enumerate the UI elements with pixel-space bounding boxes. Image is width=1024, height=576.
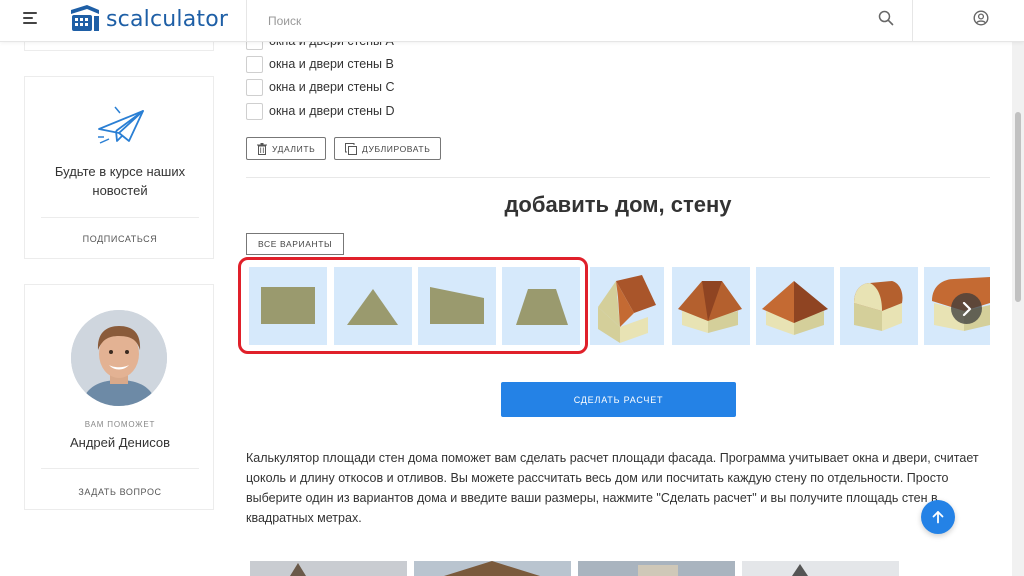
all-variants-button[interactable]: ВСЕ ВАРИАНТЫ bbox=[246, 233, 345, 255]
logo-text: scalculator bbox=[106, 6, 229, 32]
header-divider bbox=[246, 0, 247, 42]
avatar bbox=[71, 310, 167, 406]
helper-name: Андрей Денисов bbox=[69, 435, 171, 450]
card-divider bbox=[41, 217, 199, 218]
example-photo[interactable] bbox=[578, 561, 735, 576]
wall-checkbox[interactable] bbox=[246, 55, 263, 73]
scroll-to-top-button[interactable] bbox=[921, 500, 955, 534]
helper-label: ВАМ ПОМОЖЕТ bbox=[84, 420, 156, 429]
helper-card: ВАМ ПОМОЖЕТ Андрей Денисов ЗАДАТЬ ВОПРОС bbox=[24, 284, 214, 510]
example-photo[interactable] bbox=[742, 561, 899, 576]
hip-roof-house-icon bbox=[678, 281, 742, 333]
search-input[interactable] bbox=[268, 11, 568, 31]
newsletter-text: Будьте в курсе наших новостей bbox=[54, 164, 186, 198]
section-divider bbox=[246, 177, 990, 178]
user-icon[interactable] bbox=[973, 10, 989, 26]
wall-label: окна и двери стены B bbox=[269, 57, 394, 71]
example-photo[interactable] bbox=[250, 561, 407, 576]
logo-icon bbox=[71, 5, 99, 31]
header-divider bbox=[912, 0, 913, 42]
mansard-roof-house-icon bbox=[854, 281, 903, 331]
house-pyramid-tile[interactable] bbox=[756, 267, 834, 345]
wall-checkbox[interactable] bbox=[246, 78, 263, 96]
arrow-up-icon bbox=[932, 511, 944, 524]
example-photo[interactable] bbox=[414, 561, 571, 576]
top-header: scalculator bbox=[0, 0, 1024, 42]
delete-label: УДАЛИТЬ bbox=[272, 143, 316, 154]
paper-plane-icon bbox=[98, 106, 144, 144]
duplicate-label: ДУБЛИРОВАТЬ bbox=[362, 143, 431, 154]
wall-item-c[interactable]: окна и двери стены C bbox=[246, 78, 395, 96]
chevron-right-icon bbox=[962, 301, 971, 316]
house-hip-tile[interactable] bbox=[672, 267, 750, 345]
calculate-button[interactable]: СДЕЛАТЬ РАСЧЕТ bbox=[501, 382, 736, 417]
page-scrollbar[interactable] bbox=[1012, 42, 1024, 576]
copy-icon bbox=[345, 142, 357, 155]
delete-button[interactable]: УДАЛИТЬ bbox=[246, 137, 327, 160]
wall-item-d[interactable]: окна и двери стены D bbox=[246, 102, 395, 120]
site-logo[interactable]: scalculator bbox=[66, 4, 228, 34]
menu-icon[interactable] bbox=[23, 12, 39, 26]
pyramid-roof-house-icon bbox=[762, 281, 828, 335]
ask-question-link[interactable]: ЗАДАТЬ ВОПРОС bbox=[25, 487, 215, 497]
wall-label: окна и двери стены C bbox=[269, 80, 395, 94]
house-gable-tile[interactable] bbox=[590, 267, 664, 345]
wall-item-b[interactable]: окна и двери стены B bbox=[246, 55, 394, 73]
newsletter-card: Будьте в курсе наших новостей ПОДПИСАТЬС… bbox=[24, 76, 214, 259]
gable-roof-house-icon bbox=[598, 275, 656, 343]
description-text: Калькулятор площади стен дома поможет ва… bbox=[246, 451, 979, 525]
duplicate-button[interactable]: ДУБЛИРОВАТЬ bbox=[334, 137, 442, 160]
trash-icon bbox=[257, 142, 267, 155]
card-divider bbox=[41, 468, 199, 469]
subscribe-link[interactable]: ПОДПИСАТЬСЯ bbox=[25, 234, 215, 244]
search-icon[interactable] bbox=[878, 10, 894, 26]
scrollbar-thumb[interactable] bbox=[1015, 112, 1021, 302]
selection-highlight bbox=[238, 257, 588, 354]
house-mansard-tile[interactable] bbox=[840, 267, 918, 345]
wall-label: окна и двери стены D bbox=[269, 104, 395, 118]
wall-checkbox[interactable] bbox=[246, 102, 263, 120]
section-title: добавить дом, стену bbox=[504, 192, 732, 217]
carousel-next-button[interactable] bbox=[951, 293, 982, 324]
